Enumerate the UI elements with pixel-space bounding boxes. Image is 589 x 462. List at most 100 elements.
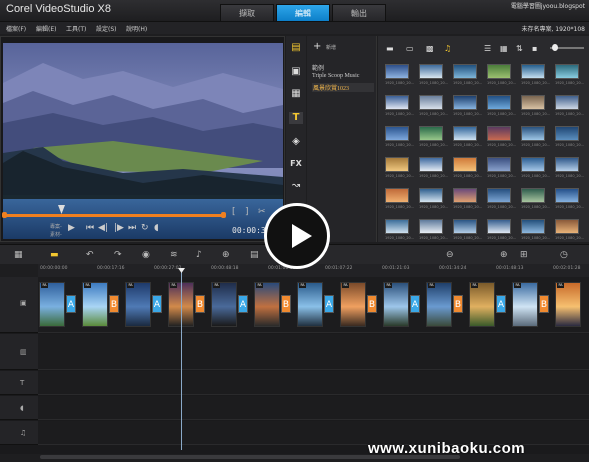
title-track-header[interactable]: T (0, 371, 38, 395)
sort-icon[interactable]: ⇅ (516, 44, 523, 53)
library-thumbnail[interactable] (487, 126, 511, 141)
video-clip[interactable] (469, 282, 495, 327)
library-thumbnail[interactable] (521, 64, 545, 79)
voice-track[interactable] (38, 396, 589, 420)
menu-help[interactable]: 說明(H) (126, 24, 147, 33)
zoom-small-icon[interactable]: ▪ (532, 44, 537, 53)
library-thumbnail[interactable] (487, 219, 511, 234)
list-view-icon[interactable]: ☰ (484, 44, 491, 53)
video-track-header[interactable]: ▣ (0, 277, 38, 333)
video-clip[interactable] (39, 282, 65, 327)
next-icon[interactable]: |▶ (114, 223, 124, 233)
library-thumbnail[interactable] (419, 126, 443, 141)
library-thumbnail[interactable] (555, 157, 579, 172)
library-thumbnail[interactable] (487, 157, 511, 172)
graphic-icon[interactable]: ◈ (289, 136, 303, 148)
library-thumbnail[interactable] (487, 64, 511, 79)
preview-scrub-bar[interactable] (4, 214, 224, 217)
show-audio-icon[interactable]: ♫ (444, 44, 451, 53)
transition-icon[interactable]: B (453, 295, 463, 313)
library-thumbnail[interactable] (555, 188, 579, 203)
voice-track-header[interactable]: ◖ (0, 396, 38, 420)
zoom-in-icon[interactable]: ⊕ (500, 250, 508, 260)
library-thumbnail[interactable] (419, 219, 443, 234)
video-clip[interactable] (211, 282, 237, 327)
library-thumbnail[interactable] (453, 219, 477, 234)
mark-in-icon[interactable]: [ (232, 207, 236, 217)
clip-mode-label[interactable]: 素材- (50, 231, 62, 238)
folder-samples[interactable]: 範例 (312, 63, 324, 72)
library-thumbnail[interactable] (419, 64, 443, 79)
library-thumbnail[interactable] (555, 95, 579, 110)
thumb-view-icon[interactable]: ▦ (500, 44, 508, 53)
fit-project-icon[interactable]: ⊞ (520, 250, 528, 260)
transition-icon[interactable]: B (281, 295, 291, 313)
library-thumbnail[interactable] (555, 64, 579, 79)
overlay-track-header[interactable]: ▥ (0, 334, 38, 370)
library-thumbnail[interactable] (385, 188, 409, 203)
transition-icon[interactable]: A (66, 295, 76, 313)
timeline-ruler[interactable]: 00:00:00:00 00:00:17:16 00:00:27:02 00:00:4… (38, 264, 589, 277)
menu-settings[interactable]: 設定(S) (96, 24, 117, 33)
trim-start-marker[interactable] (2, 212, 7, 218)
menu-tools[interactable]: 工具(T) (66, 24, 86, 33)
trim-end-marker[interactable] (221, 212, 226, 218)
transition-icon[interactable]: A (238, 295, 248, 313)
video-track-icon[interactable]: ▣ (20, 299, 27, 307)
volume-icon[interactable]: ◖ (154, 223, 159, 233)
transition-icon[interactable]: B (195, 295, 205, 313)
title-track[interactable] (38, 371, 589, 395)
library-thumbnail[interactable] (555, 219, 579, 234)
menu-file[interactable]: 檔案(F) (6, 24, 26, 33)
title-track-icon[interactable]: T (20, 379, 24, 387)
video-play-overlay-button[interactable] (264, 203, 330, 269)
video-clip[interactable] (426, 282, 452, 327)
subtitle-editor-icon[interactable]: ▤ (250, 250, 259, 260)
mark-out-icon[interactable]: ] (245, 207, 249, 217)
play-icon[interactable]: ▶ (68, 223, 75, 233)
library-thumbnail[interactable] (555, 126, 579, 141)
library-thumbnail[interactable] (453, 188, 477, 203)
instant-project-icon[interactable]: ▣ (289, 66, 303, 78)
undo-icon[interactable]: ↶ (86, 250, 94, 260)
project-mode-label[interactable]: 專案- (50, 223, 62, 230)
library-thumbnail[interactable] (385, 126, 409, 141)
video-clip[interactable] (512, 282, 538, 327)
transition-icon[interactable]: A (410, 295, 420, 313)
library-thumbnail[interactable] (385, 64, 409, 79)
library-thumbnail[interactable] (453, 95, 477, 110)
library-thumbnail[interactable] (385, 157, 409, 172)
transition-icon[interactable]: B (109, 295, 119, 313)
show-photo-icon[interactable]: ▩ (426, 44, 434, 53)
previous-icon[interactable]: ◀| (98, 223, 108, 233)
end-icon[interactable]: ⏭ (128, 223, 136, 233)
library-thumbnail[interactable] (419, 95, 443, 110)
sound-mixer-icon[interactable]: ≋ (170, 250, 178, 260)
folder-icon[interactable]: ▬ (386, 44, 394, 53)
library-thumbnail[interactable] (487, 188, 511, 203)
cut-icon[interactable]: ✂ (258, 207, 266, 217)
library-thumbnail[interactable] (521, 219, 545, 234)
library-thumbnail[interactable] (453, 64, 477, 79)
thumb-size-knob[interactable] (552, 44, 558, 51)
project-duration-icon[interactable]: ◷ (560, 250, 568, 260)
timeline-playhead[interactable] (181, 270, 182, 450)
title-icon[interactable]: T (289, 112, 303, 124)
tab-edit[interactable]: 編輯 (276, 4, 330, 21)
menu-edit[interactable]: 編輯(E) (36, 24, 56, 33)
folder-scenery[interactable]: 風景欣賞1023 (312, 83, 374, 92)
video-clip[interactable] (383, 282, 409, 327)
music-track-header[interactable]: ♫ (0, 421, 38, 445)
tab-share[interactable]: 輸出 (332, 4, 386, 21)
library-thumbnail[interactable] (385, 95, 409, 110)
motion-track-icon[interactable]: ⊕ (222, 250, 230, 260)
add-folder-label[interactable]: 新增 (326, 44, 336, 51)
show-video-icon[interactable]: ▭ (406, 44, 414, 53)
transition-icon[interactable]: ▦ (289, 88, 303, 100)
redo-icon[interactable]: ↷ (114, 250, 122, 260)
repeat-icon[interactable]: ↻ (141, 223, 149, 233)
record-capture-icon[interactable]: ◉ (142, 250, 150, 260)
transition-icon[interactable]: A (324, 295, 334, 313)
library-thumbnail[interactable] (521, 95, 545, 110)
timeline-view-icon[interactable]: ▬ (50, 250, 59, 260)
